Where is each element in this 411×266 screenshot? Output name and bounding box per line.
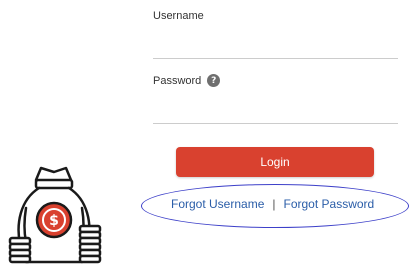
link-separator: | [272,197,276,211]
password-label-row: Password ? [153,74,221,87]
svg-text:$: $ [49,213,59,229]
username-label: Username [153,10,204,22]
question-circle-icon[interactable]: ? [207,74,221,87]
forgot-username-link[interactable]: Forgot Username [171,197,264,211]
forgot-links: Forgot Username | Forgot Password [171,197,374,211]
money-bag-icon: $ [8,166,102,264]
password-label: Password [153,74,202,87]
forgot-password-link[interactable]: Forgot Password [284,197,375,211]
login-button[interactable]: Login [176,147,374,177]
login-page: Username Password ? Login Forgot Usernam… [0,0,411,266]
password-input[interactable] [153,101,398,124]
username-input[interactable] [153,36,398,59]
